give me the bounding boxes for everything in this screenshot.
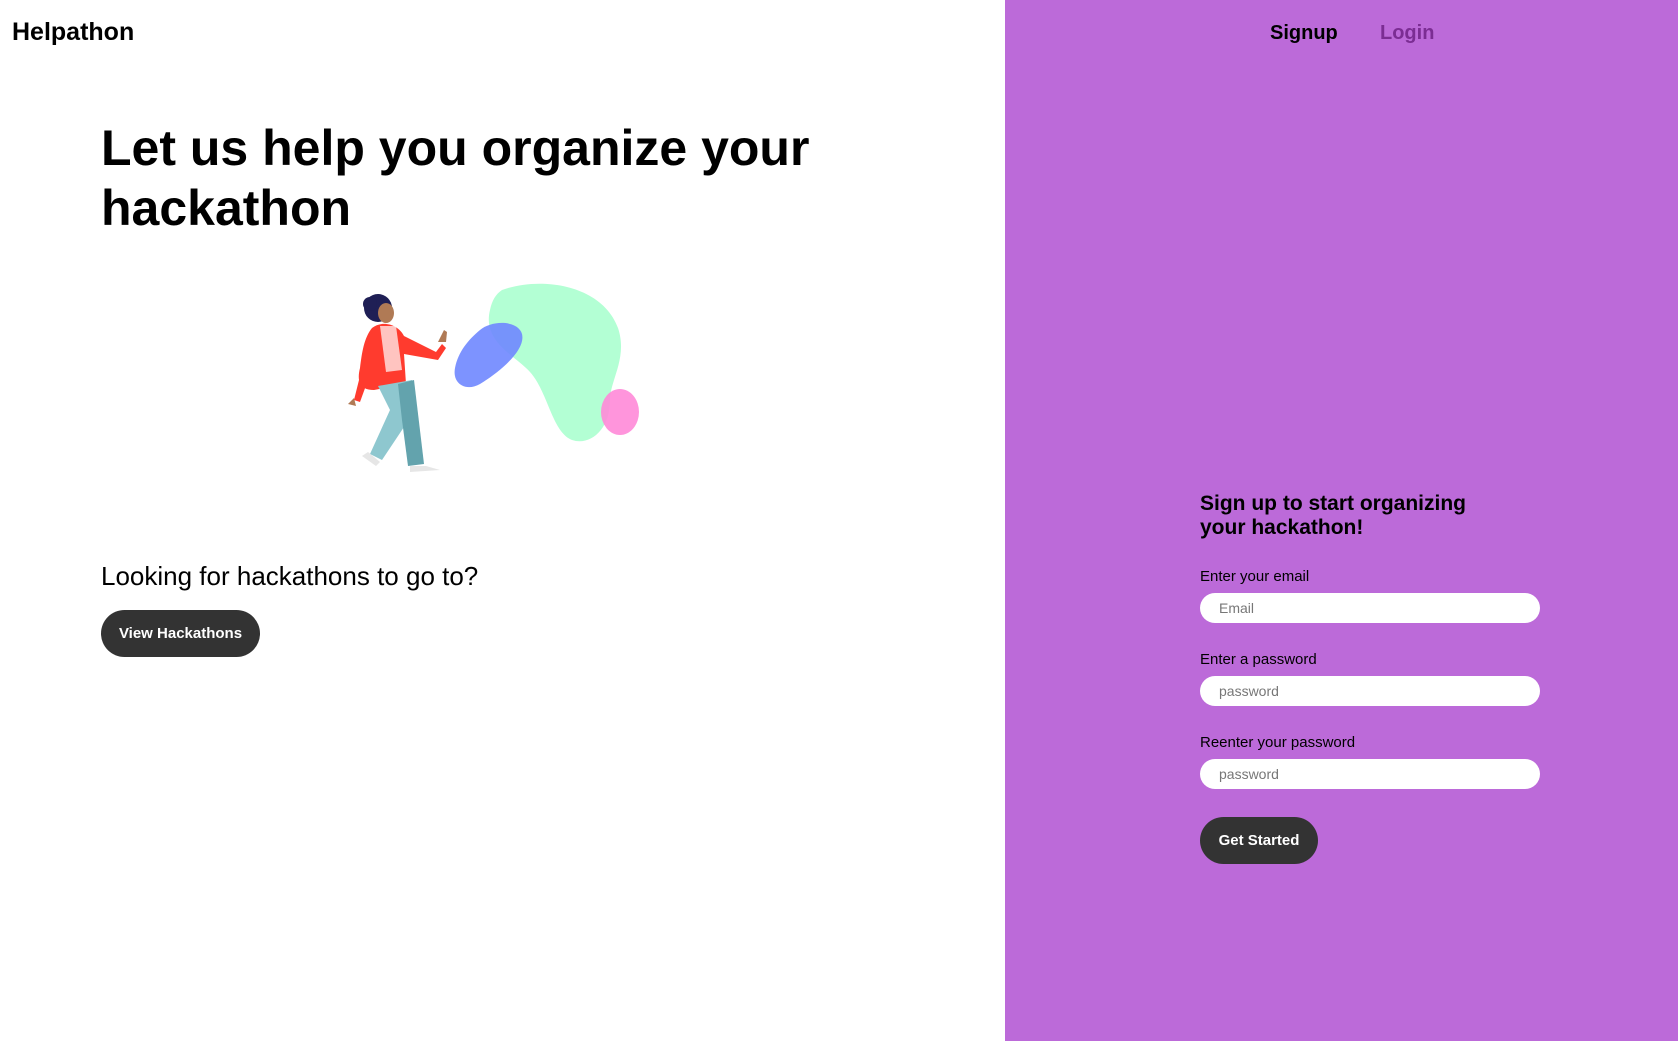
person-jacket	[358, 323, 446, 390]
password-label: Enter a password	[1200, 651, 1317, 668]
person-walking-illustration	[348, 283, 639, 472]
person-face	[378, 303, 394, 323]
page: Helpathon Let us help you organize your …	[0, 0, 1678, 1041]
signup-form-title: Sign up to start organizing your hackath…	[1200, 492, 1466, 539]
view-hackathons-button[interactable]: View Hackathons	[101, 610, 260, 657]
hero-headline: Let us help you organize your hackathon	[101, 120, 810, 236]
email-field[interactable]	[1200, 593, 1540, 623]
pink-blob-shape	[601, 389, 639, 435]
confirm-password-field[interactable]	[1200, 759, 1540, 789]
person-shoe-right	[410, 466, 440, 472]
blue-blob-shape	[454, 322, 523, 388]
nav-signup-link[interactable]: Signup	[1270, 22, 1338, 45]
hero-section: Helpathon Let us help you organize your …	[0, 0, 1005, 1041]
nav-login-link[interactable]: Login	[1380, 22, 1434, 45]
brand-logo[interactable]: Helpathon	[12, 18, 134, 47]
hackathons-prompt: Looking for hackathons to go to?	[101, 561, 479, 591]
password-field[interactable]	[1200, 676, 1540, 706]
signup-panel: Signup Login Sign up to start organizing…	[1005, 0, 1678, 1041]
email-label: Enter your email	[1200, 568, 1310, 585]
get-started-button[interactable]: Get Started	[1200, 817, 1318, 864]
green-blob-shape	[488, 283, 622, 442]
confirm-password-label: Reenter your password	[1200, 734, 1356, 751]
signup-form: Sign up to start organizing your hackath…	[1200, 492, 1545, 864]
